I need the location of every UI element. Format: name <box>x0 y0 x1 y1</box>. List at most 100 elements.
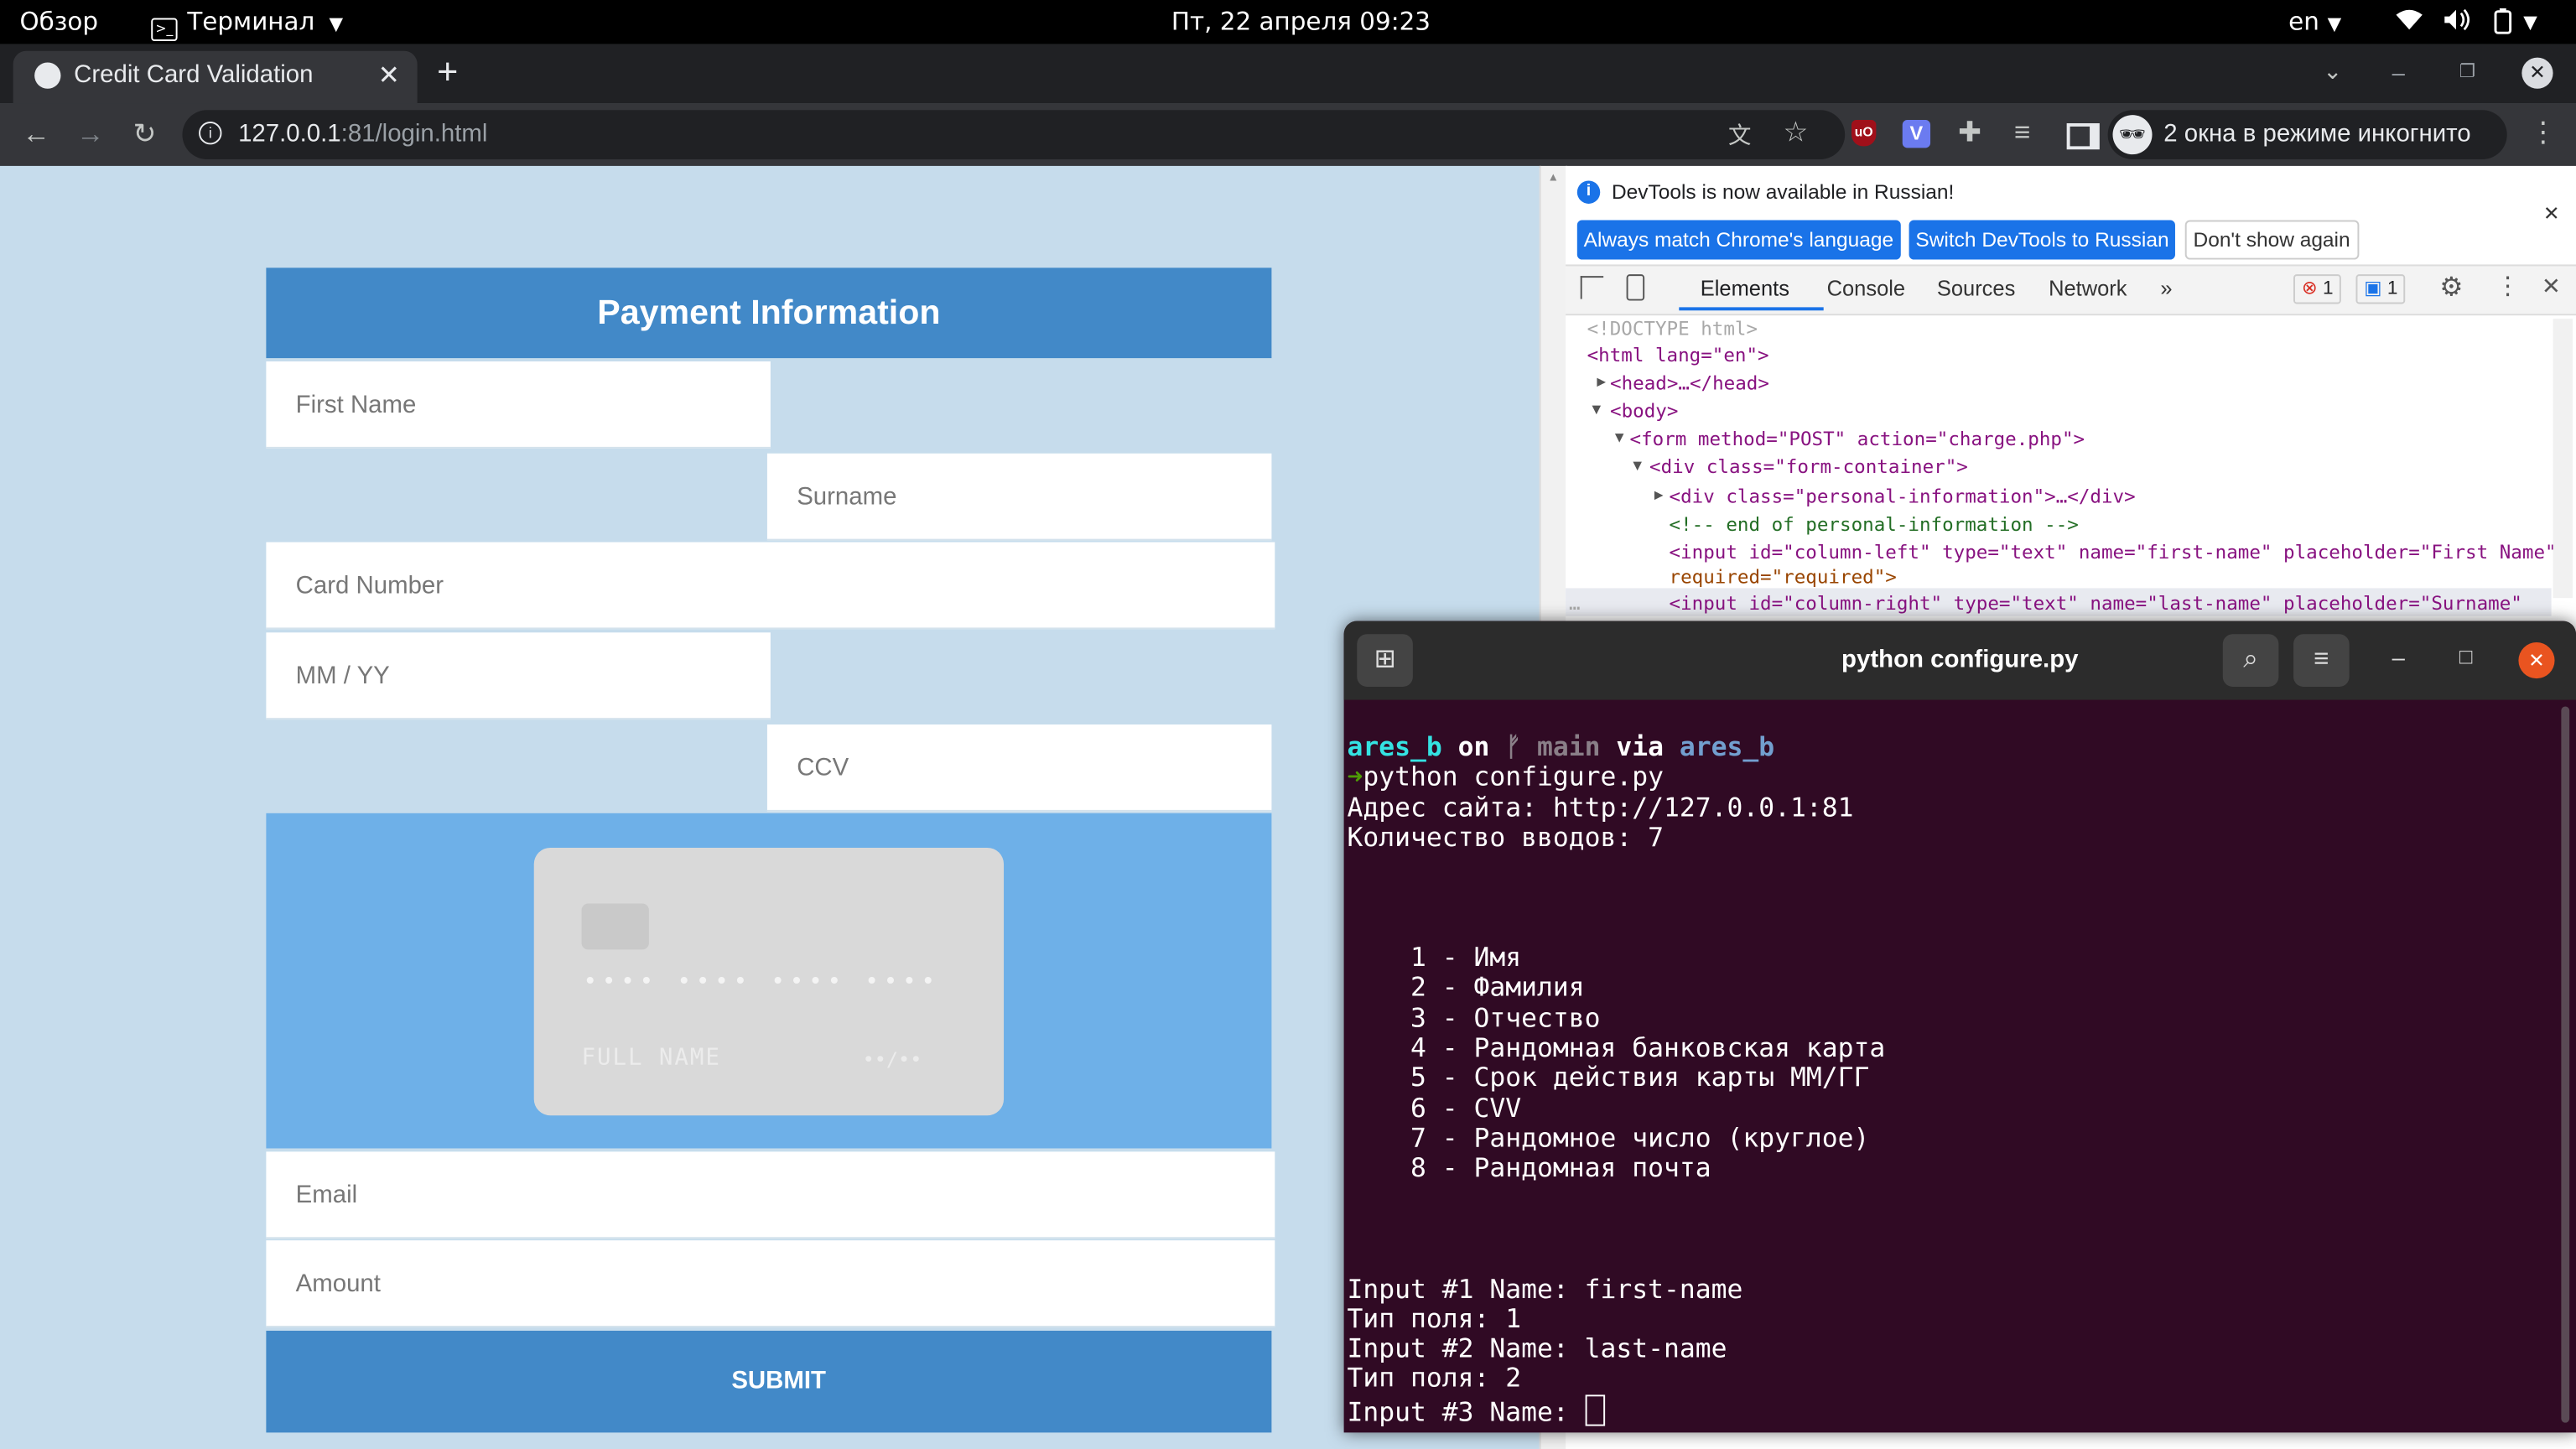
dom-form-container[interactable]: <div class="form-container"> <box>1649 455 1968 478</box>
close-banner-icon[interactable]: ✕ <box>2543 202 2560 225</box>
reading-list-icon[interactable]: ≡ <box>2004 117 2040 149</box>
minimize-icon[interactable]: – <box>2392 644 2405 670</box>
card-expiry-preview: ••/•• <box>862 1047 922 1072</box>
new-tab-button[interactable]: + <box>437 51 458 94</box>
dont-show-again-button[interactable]: Don't show again <box>2184 220 2359 260</box>
surname-input[interactable]: Surname <box>766 453 1272 541</box>
tab-elements[interactable]: Elements <box>1701 276 1789 300</box>
volume-icon[interactable] <box>2443 8 2470 38</box>
dom-body[interactable]: <body> <box>1610 399 1678 422</box>
incognito-indicator[interactable]: 🕶 2 окна в режиме инкогнито <box>2107 110 2507 160</box>
close-tab-icon[interactable]: ✕ <box>378 60 400 92</box>
input-line: Input #3 Name: <box>1348 1394 2557 1428</box>
terminal-scrollbar[interactable] <box>2561 706 2570 1423</box>
amount-input[interactable]: Amount <box>266 1240 1275 1328</box>
restore-window-icon[interactable]: ❐ <box>2459 60 2475 82</box>
terminal-headerbar: ⊞ python configure.py ⌕ ≡ – □ ✕ <box>1343 621 2576 700</box>
terminal-window[interactable]: ⊞ python configure.py ⌕ ≡ – □ ✕ ares_b o… <box>1343 621 2576 1433</box>
dom-input-first-name-cont[interactable]: required="required"> <box>1670 565 1897 588</box>
settings-gear-icon[interactable]: ⚙ <box>2439 271 2463 304</box>
back-arrow-icon[interactable]: ← <box>18 118 55 151</box>
devtools-menu-icon[interactable]: ⋮ <box>2496 271 2520 300</box>
dom-personal-information[interactable]: <div class="personal-information">…</div… <box>1670 485 2136 507</box>
tab-network[interactable]: Network <box>2049 276 2127 300</box>
extensions-puzzle-icon[interactable]: ✚ <box>1952 117 1988 149</box>
expand-triangle-icon[interactable]: ▶ <box>1654 485 1664 507</box>
address-bar[interactable]: i 127.0.0.1:81/login.html 文 ☆ <box>182 110 1846 160</box>
site-info-icon[interactable]: i <box>199 121 222 145</box>
text-cursor <box>1584 1394 1605 1426</box>
battery-icon[interactable] <box>2494 8 2512 41</box>
active-tab-indicator <box>1679 307 1824 311</box>
error-count-badge[interactable]: ⊗ 1 <box>2293 274 2342 304</box>
dom-input-first-name[interactable]: <input id="column-left" type="text" name… <box>1670 541 2557 564</box>
expiry-input[interactable]: MM / YY <box>266 632 771 720</box>
wifi-icon[interactable] <box>2395 8 2423 38</box>
error-count: 1 <box>2322 279 2334 299</box>
prompt-on: on <box>1457 730 1490 763</box>
system-menu-chevron-icon[interactable]: ▼ <box>2523 8 2537 36</box>
terminal-output[interactable]: ares_b on ᚠ main via ares_b ➜python confi… <box>1347 730 2557 1428</box>
option-line: 1 - Имя <box>1347 941 1522 974</box>
url-path: :81/login.html <box>340 120 488 148</box>
maximize-icon[interactable]: □ <box>2459 644 2472 668</box>
translate-icon[interactable]: 文 <box>1722 118 1758 151</box>
ellipsis-icon[interactable]: … <box>1569 591 1581 614</box>
switch-devtools-russian-button[interactable]: Switch DevTools to Russian <box>1909 220 2176 260</box>
message-count-badge[interactable]: ▣ 1 <box>2355 274 2407 304</box>
submit-button[interactable]: SUBMIT <box>266 1330 1272 1433</box>
git-branch-icon: ᚠ <box>1505 730 1522 763</box>
close-devtools-icon[interactable]: ✕ <box>2542 273 2561 300</box>
browser-menu-icon[interactable]: ⋮ <box>2525 117 2561 149</box>
blank-space <box>1348 853 2557 943</box>
dom-form[interactable]: <form method="POST" action="charge.php"> <box>1630 427 2085 449</box>
option-line: 2 - Фамилия <box>1347 971 1585 1004</box>
language-banner-text: DevTools is now available in Russian! <box>1611 180 1955 204</box>
dom-comment[interactable]: <!-- end of personal-information --> <box>1670 512 2079 535</box>
search-icon[interactable]: ⌕ <box>2222 634 2279 687</box>
side-panel-icon[interactable] <box>2066 122 2100 150</box>
command-text: python configure.py <box>1363 761 1665 792</box>
tab-search-chevron-icon[interactable]: ⌄ <box>2323 58 2342 86</box>
output-line: Количество вводов: 7 <box>1347 821 1664 853</box>
url-text: 127.0.0.1:81/login.html <box>238 120 487 148</box>
inspect-element-icon[interactable] <box>1580 276 1604 299</box>
card-number-input[interactable]: Card Number <box>266 542 1275 630</box>
first-name-input[interactable]: First Name <box>266 361 771 449</box>
more-tabs-icon[interactable]: » <box>2160 276 2172 300</box>
prompt-user: ares_b <box>1347 730 1442 763</box>
device-toolbar-icon[interactable] <box>1626 274 1645 301</box>
reload-icon[interactable]: ↻ <box>127 118 163 151</box>
clock[interactable]: Пт, 22 апреля 09:23 <box>1171 8 1431 36</box>
activities-button[interactable]: Обзор <box>20 8 99 36</box>
close-window-icon[interactable]: ✕ <box>2521 57 2553 89</box>
scroll-up-icon[interactable]: ▲ <box>1548 173 1560 184</box>
app-menu[interactable]: >_ Терминал ▼ <box>151 8 343 41</box>
minimize-window-icon[interactable]: – <box>2392 60 2405 86</box>
devtools-scrollbar[interactable] <box>2553 319 2573 599</box>
expand-triangle-icon[interactable]: ▶ <box>1597 371 1606 394</box>
tab-sources[interactable]: Sources <box>1937 276 2015 300</box>
bookmark-star-icon[interactable]: ☆ <box>1778 117 1814 149</box>
ccv-input[interactable]: CCV <box>766 724 1272 812</box>
terminal-icon: >_ <box>151 18 178 41</box>
prompt-line: ares_b on ᚠ main via ares_b <box>1347 730 2557 763</box>
hamburger-menu-icon[interactable]: ≡ <box>2293 634 2350 687</box>
always-match-language-button[interactable]: Always match Chrome's language <box>1576 220 1900 260</box>
collapse-triangle-icon[interactable]: ▼ <box>1592 399 1601 422</box>
tab-console[interactable]: Console <box>1827 276 1905 300</box>
collapse-triangle-icon[interactable]: ▼ <box>1615 427 1624 449</box>
close-terminal-icon[interactable]: ✕ <box>2518 642 2555 679</box>
ublock-extension-icon[interactable]: uO <box>1852 120 1877 147</box>
email-input[interactable]: Email <box>266 1151 1275 1239</box>
app-menu-label: Терминал <box>187 6 315 37</box>
language-indicator[interactable]: en ▼ <box>2288 8 2341 38</box>
dom-input-last-name[interactable]: <input id="column-right" type="text" nam… <box>1670 591 2522 614</box>
collapse-triangle-icon[interactable]: ▼ <box>1633 455 1642 478</box>
vpn-extension-icon[interactable]: V <box>1902 120 1931 148</box>
forward-arrow-icon[interactable]: → <box>72 118 108 151</box>
dom-html[interactable]: <html lang="en"> <box>1587 343 1769 366</box>
output-line: Тип поля: 1 <box>1347 1302 1522 1334</box>
dom-head[interactable]: <head>…</head> <box>1610 371 1769 394</box>
browser-tab[interactable]: Credit Card Validation ✕ <box>13 50 418 104</box>
